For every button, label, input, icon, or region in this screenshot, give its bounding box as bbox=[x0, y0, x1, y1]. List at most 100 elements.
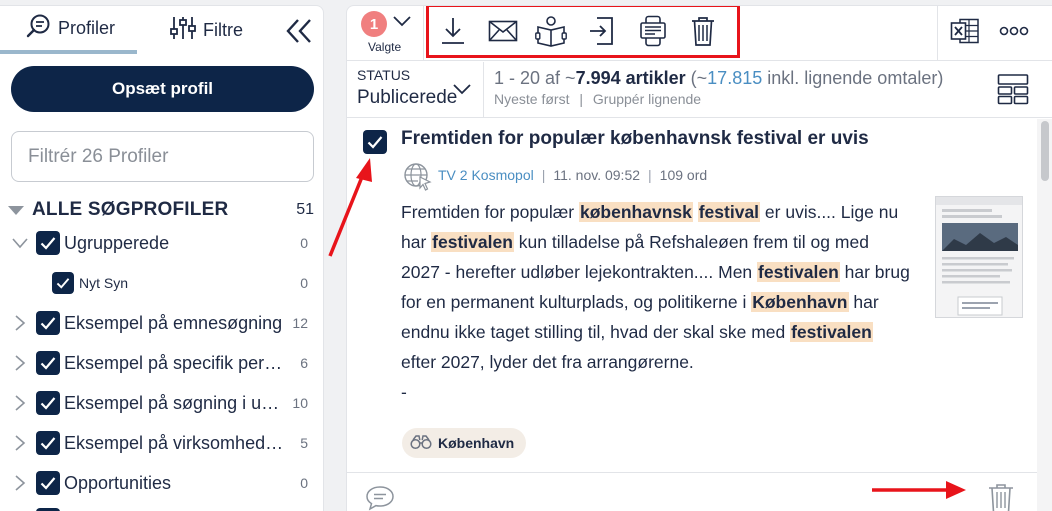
profile-label[interactable]: Opportunities bbox=[64, 473, 171, 494]
devices-icon[interactable] bbox=[637, 14, 669, 48]
article-thumbnail[interactable] bbox=[935, 196, 1023, 318]
divider bbox=[937, 6, 938, 61]
article-checkbox[interactable] bbox=[363, 130, 387, 154]
filter-profiles-input[interactable] bbox=[11, 131, 314, 182]
profile-group-row: Opportunities 0 bbox=[0, 468, 323, 498]
profiles-panel: Profiler Filtre Opsæt profil ALLE SØGPRO… bbox=[0, 5, 324, 511]
highlighted-keyword: festival bbox=[697, 202, 761, 222]
article-word-count: 109 ord bbox=[659, 167, 708, 183]
article-date: 11. nov. 09:52 bbox=[553, 167, 641, 183]
articles-panel: 1 Valgte STATUS Publicerede 1 - 20 af ~7… bbox=[346, 5, 1052, 511]
more-icon[interactable] bbox=[998, 14, 1030, 48]
chevron-right-icon[interactable] bbox=[12, 435, 28, 451]
divider bbox=[483, 62, 484, 118]
reading-book-icon[interactable] bbox=[535, 14, 567, 48]
scrollbar[interactable] bbox=[1037, 119, 1052, 511]
profile-label[interactable]: Nyt Syn bbox=[79, 275, 128, 291]
highlighted-keyword: København bbox=[751, 292, 849, 312]
status-label: STATUS bbox=[357, 67, 411, 83]
profile-count: 12 bbox=[292, 315, 308, 331]
profile-group-row: Eksempel på specifik personsøgning 6 bbox=[0, 348, 323, 378]
search-chat-icon bbox=[24, 13, 58, 44]
profile-count: 5 bbox=[300, 435, 308, 451]
scrollbar-thumb[interactable] bbox=[1041, 121, 1049, 181]
profile-checkbox[interactable] bbox=[36, 351, 60, 375]
setup-profile-button[interactable]: Opsæt profil bbox=[11, 66, 314, 112]
mail-icon[interactable] bbox=[487, 14, 519, 48]
trash-icon[interactable] bbox=[987, 482, 1015, 511]
highlighted-keyword: festivalen bbox=[757, 262, 840, 282]
double-chevron-left-icon[interactable] bbox=[284, 18, 314, 44]
count-suffix: inkl. lignende omtaler) bbox=[762, 68, 944, 88]
profile-count: 0 bbox=[300, 475, 308, 491]
tab-filtre-label: Filtre bbox=[203, 19, 243, 40]
highlighted-keyword: festivalen bbox=[790, 322, 873, 342]
tab-profiler-label: Profiler bbox=[58, 17, 116, 38]
profile-label[interactable]: Ugrupperede bbox=[64, 233, 169, 254]
count-articles: 7.994 artikler bbox=[575, 68, 686, 88]
article-body-text: Fremtiden for populær københavnsk festiv… bbox=[401, 202, 910, 372]
chevron-down-icon[interactable] bbox=[393, 14, 411, 32]
group-similar-button[interactable]: Gruppér lignende bbox=[593, 91, 701, 107]
article-meta: TV 2 Kosmopol | 11. nov. 09:52 | 109 ord bbox=[438, 167, 708, 183]
sort-newest-button[interactable]: Nyeste først bbox=[494, 91, 569, 107]
selected-label: Valgte bbox=[368, 40, 402, 54]
all-profiles-header[interactable]: ALLE SØGPROFILER 51 bbox=[8, 198, 318, 222]
export-icon[interactable] bbox=[585, 14, 617, 48]
profile-row: Nyt Syn 0 bbox=[0, 268, 323, 298]
tab-profiler[interactable]: Profiler bbox=[0, 6, 137, 54]
profile-checkbox[interactable] bbox=[36, 391, 60, 415]
sort-separator: | bbox=[579, 91, 583, 107]
article-toolbar: 1 Valgte bbox=[347, 6, 1052, 61]
body-segment bbox=[693, 202, 698, 222]
profile-label[interactable]: Eksempel på specifik personsøgning bbox=[64, 353, 288, 374]
chevron-right-icon[interactable] bbox=[12, 355, 28, 371]
article-footer bbox=[347, 472, 1037, 511]
divider bbox=[423, 6, 424, 61]
chevron-down-icon[interactable] bbox=[453, 82, 471, 100]
profile-label[interactable]: Eksempel på søgning i udeladte bbox=[64, 393, 288, 414]
triangle-down-icon bbox=[8, 205, 24, 215]
layout-toggle-icon[interactable] bbox=[997, 73, 1029, 110]
highlighted-keyword: københavnsk bbox=[579, 202, 693, 222]
web-source-icon bbox=[403, 162, 433, 197]
tab-filtre[interactable]: Filtre bbox=[137, 6, 267, 54]
trash-icon[interactable] bbox=[687, 14, 719, 48]
article-source[interactable]: TV 2 Kosmopol bbox=[438, 167, 534, 183]
panel-tabs: Profiler Filtre bbox=[0, 6, 323, 54]
profile-count: 10 bbox=[292, 395, 308, 411]
count-paren: (~ bbox=[685, 68, 708, 88]
status-select[interactable]: Publicerede bbox=[357, 87, 457, 109]
selected-count-badge[interactable]: 1 bbox=[361, 11, 387, 37]
profile-group-row: Eksempel på virksomhedssøgning 5 bbox=[0, 428, 323, 458]
profile-label[interactable]: Eksempel på emnesøgning bbox=[64, 313, 282, 334]
profile-checkbox[interactable] bbox=[36, 231, 60, 255]
article-card: Fremtiden for populær københavnsk festiv… bbox=[347, 119, 1037, 471]
sliders-icon bbox=[169, 14, 203, 47]
chevron-right-icon[interactable] bbox=[12, 395, 28, 411]
profile-checkbox[interactable] bbox=[52, 272, 74, 294]
profile-group-row: Ugrupperede 0 bbox=[0, 228, 323, 258]
profile-label[interactable]: Eksempel på virksomhedssøgning bbox=[64, 433, 288, 454]
article-excerpt: Fremtiden for populær københavnsk festiv… bbox=[401, 197, 911, 407]
profile-group-row: Eksempel på emnesøgning 12 bbox=[0, 308, 323, 338]
chevron-right-icon[interactable] bbox=[12, 475, 28, 491]
profile-checkbox[interactable] bbox=[36, 311, 60, 335]
profile-count: 0 bbox=[300, 235, 308, 251]
chevron-down-icon[interactable] bbox=[12, 235, 28, 251]
article-title[interactable]: Fremtiden for populær københavnsk festiv… bbox=[401, 128, 869, 150]
chevron-right-icon[interactable] bbox=[12, 315, 28, 331]
count-similar-link[interactable]: 17.815 bbox=[707, 68, 762, 88]
body-segment: Fremtiden for populær bbox=[401, 202, 579, 222]
excel-icon[interactable] bbox=[949, 14, 981, 48]
profile-count: 6 bbox=[300, 355, 308, 371]
sort-options: Nyeste først | Gruppér lignende bbox=[494, 91, 701, 107]
profile-group-row: Eksempel på søgning i udeladte 10 bbox=[0, 388, 323, 418]
profile-checkbox[interactable] bbox=[36, 471, 60, 495]
tag-chip[interactable]: København bbox=[402, 428, 527, 458]
download-icon[interactable] bbox=[437, 14, 469, 48]
profile-checkbox[interactable] bbox=[36, 431, 60, 455]
comment-icon[interactable] bbox=[365, 485, 395, 511]
body-segment: efter 2027, lyder det fra arrangørerne. bbox=[401, 352, 694, 372]
tag-label: København bbox=[438, 435, 515, 451]
